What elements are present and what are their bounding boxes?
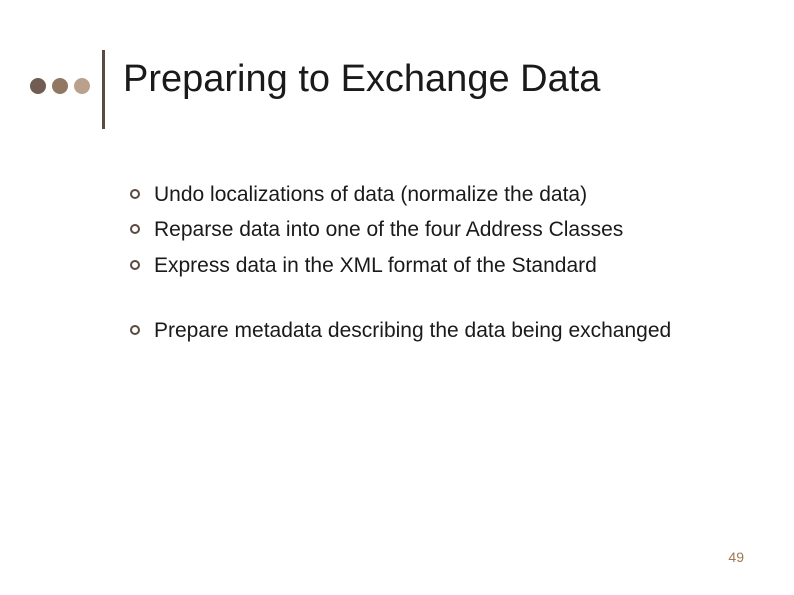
bullet-text: Reparse data into one of the four Addres… — [154, 215, 730, 244]
dot-icon — [52, 78, 68, 94]
bullet-text: Express data in the XML format of the St… — [154, 251, 730, 280]
list-item: Reparse data into one of the four Addres… — [130, 215, 730, 244]
bullet-list-2: Prepare metadata describing the data bei… — [130, 316, 730, 345]
bullet-icon — [130, 260, 140, 270]
slide-content: Undo localizations of data (normalize th… — [130, 180, 730, 352]
bullet-list-1: Undo localizations of data (normalize th… — [130, 180, 730, 280]
bullet-text: Prepare metadata describing the data bei… — [154, 316, 730, 345]
page-title: Preparing to Exchange Data — [123, 58, 600, 101]
dot-icon — [30, 78, 46, 94]
bullet-icon — [130, 189, 140, 199]
bullet-text: Undo localizations of data (normalize th… — [154, 180, 730, 209]
list-item: Prepare metadata describing the data bei… — [130, 316, 730, 345]
bullet-icon — [130, 325, 140, 335]
spacer — [130, 286, 730, 316]
dot-icon — [74, 78, 90, 94]
slide-header: Preparing to Exchange Data — [30, 50, 600, 129]
bullet-icon — [130, 224, 140, 234]
page-number: 49 — [728, 549, 744, 565]
decorative-dots — [30, 78, 90, 94]
list-item: Undo localizations of data (normalize th… — [130, 180, 730, 209]
list-item: Express data in the XML format of the St… — [130, 251, 730, 280]
title-block: Preparing to Exchange Data — [102, 50, 600, 129]
